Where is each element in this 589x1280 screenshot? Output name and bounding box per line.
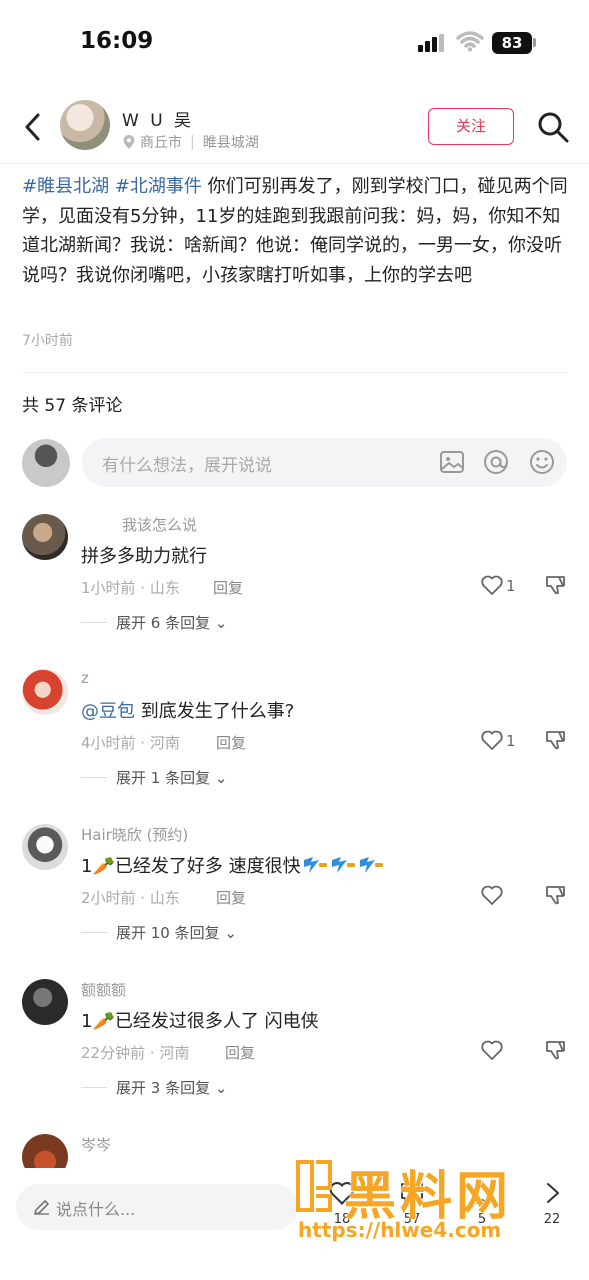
expand-divider — [81, 777, 107, 778]
comment-body: 到底发生了什么事? — [135, 701, 295, 722]
like-count: 1 — [506, 732, 516, 750]
dislike-icon[interactable] — [544, 884, 568, 906]
author-name[interactable]: W U 吴 — [122, 106, 194, 131]
reply-button[interactable]: 回复 — [216, 732, 246, 753]
like-heart-icon[interactable] — [480, 1039, 504, 1061]
my-avatar — [22, 439, 70, 487]
watermark: 黑料网 https://hlwe4.com — [292, 1154, 572, 1250]
commenter-avatar[interactable] — [22, 824, 68, 870]
commenter-name[interactable]: 我该怎么说 — [122, 514, 197, 535]
expand-divider — [81, 1087, 107, 1088]
reply-button[interactable]: 回复 — [213, 577, 243, 598]
image-icon[interactable] — [438, 448, 466, 476]
expand-replies[interactable]: 展开 10 条回复 ⌄ — [116, 922, 237, 943]
hashtag-link[interactable]: #北湖事件 — [115, 176, 202, 197]
post-header: W U 吴 商丘市 | 睢县城湖 关注 — [0, 94, 589, 160]
reply-button[interactable]: 回复 — [225, 1042, 255, 1063]
expand-label: 展开 1 条回复 — [116, 769, 211, 787]
author-avatar[interactable] — [60, 100, 110, 150]
comment-meta: 2小时前 · 山东 — [81, 889, 180, 907]
location-pin-icon — [123, 135, 135, 149]
comment-input-placeholder: 说点什么... — [56, 1200, 136, 1219]
comment-input[interactable]: 说点什么... — [16, 1184, 298, 1230]
watermark-url: https://hlwe4.com — [298, 1218, 502, 1242]
lightning-emoji-icon — [303, 857, 383, 873]
like-count: 1 — [506, 577, 516, 595]
post-content: #睢县北湖 #北湖事件 你们可别再发了，刚到学校门口，碰见两个同学，见面没有5分… — [22, 172, 570, 290]
battery-tip — [533, 38, 536, 47]
chevron-down-icon: ⌄ — [214, 769, 228, 787]
comment-meta: 22分钟前 · 河南 — [81, 1044, 190, 1062]
commenter-name[interactable]: 岑岑 — [81, 1134, 111, 1155]
comment-text: 1🥕已经发了好多 速度很快 — [81, 852, 387, 878]
comment-meta: 4小时前 · 河南 — [81, 734, 180, 752]
cellular-signal-icon — [418, 34, 444, 52]
dislike-icon[interactable] — [544, 574, 568, 596]
pen-icon — [34, 1200, 49, 1215]
expand-label: 展开 3 条回复 — [116, 1079, 211, 1097]
post-timestamp: 7小时前 — [22, 333, 73, 349]
like-heart-icon[interactable] — [480, 574, 504, 596]
search-icon[interactable] — [536, 110, 570, 144]
battery-indicator: 83 — [492, 32, 532, 54]
expand-replies[interactable]: 展开 3 条回复 ⌄ — [116, 1077, 227, 1098]
location-city: 商丘市 — [140, 135, 182, 151]
chevron-down-icon: ⌄ — [214, 1079, 228, 1097]
commenter-avatar[interactable] — [22, 669, 68, 715]
comment-composer[interactable]: 有什么想法，展开说说 — [82, 438, 567, 487]
comment-body: 1🥕已经发了好多 速度很快 — [81, 856, 301, 877]
comment-meta: 1小时前 · 山东 — [81, 579, 180, 597]
content-divider — [22, 372, 567, 373]
like-heart-icon[interactable] — [480, 729, 504, 751]
status-bar: 16:09 83 — [0, 0, 589, 88]
expand-replies[interactable]: 展开 1 条回复 ⌄ — [116, 767, 227, 788]
expand-replies[interactable]: 展开 6 条回复 ⌄ — [116, 612, 227, 633]
wifi-icon — [456, 31, 484, 52]
commenter-name[interactable]: z — [81, 669, 89, 687]
comment-count: 共 57 条评论 — [22, 396, 123, 416]
commenter-name[interactable]: Hair晓欣 (预约) — [81, 824, 188, 845]
like-heart-icon[interactable] — [480, 884, 504, 906]
emoji-icon[interactable] — [528, 448, 556, 476]
commenter-avatar[interactable] — [22, 979, 68, 1025]
comment-text: 拼多多助力就行 — [81, 546, 207, 567]
expand-label: 展开 10 条回复 — [116, 924, 220, 942]
follow-button[interactable]: 关注 — [428, 108, 514, 145]
expand-label: 展开 6 条回复 — [116, 614, 211, 632]
commenter-avatar[interactable] — [22, 514, 68, 560]
hashtag-link[interactable]: #睢县北湖 — [22, 176, 109, 197]
composer-placeholder: 有什么想法，展开说说 — [102, 456, 272, 476]
mention-link[interactable]: @豆包 — [81, 701, 135, 722]
comment-text: @豆包 到底发生了什么事? — [81, 697, 294, 723]
location-separator: | — [190, 134, 195, 150]
location-place: 睢县城湖 — [202, 135, 259, 151]
dislike-icon[interactable] — [544, 729, 568, 751]
expand-divider — [81, 932, 107, 933]
reply-button[interactable]: 回复 — [216, 887, 246, 908]
author-location: 商丘市 | 睢县城湖 — [122, 132, 259, 152]
status-time: 16:09 — [80, 28, 154, 54]
back-arrow-icon[interactable] — [20, 110, 46, 144]
expand-divider — [81, 622, 107, 623]
commenter-name[interactable]: 额额额 — [81, 979, 126, 1000]
mention-icon[interactable] — [482, 448, 510, 476]
chevron-down-icon: ⌄ — [214, 614, 228, 632]
chevron-down-icon: ⌄ — [224, 924, 237, 942]
header-divider — [0, 163, 589, 164]
comment-text: 1🥕已经发过很多人了 闪电侠 — [81, 1011, 319, 1032]
dislike-icon[interactable] — [544, 1039, 568, 1061]
watermark-logo — [296, 1160, 332, 1212]
